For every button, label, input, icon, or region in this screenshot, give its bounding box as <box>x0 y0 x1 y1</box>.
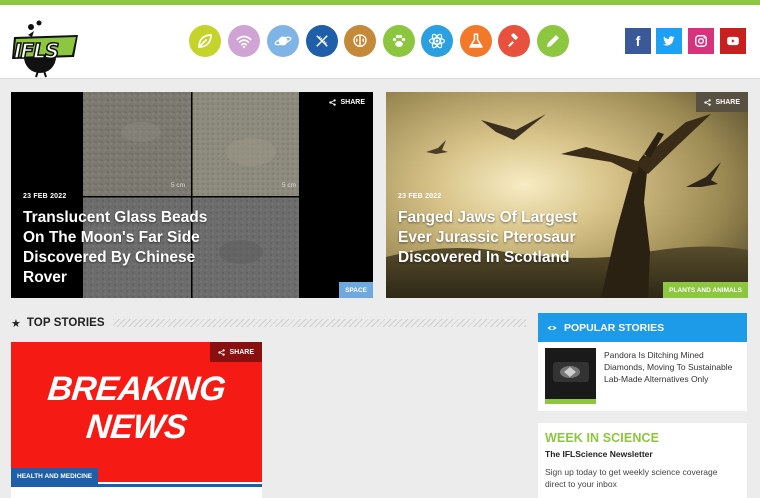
star-icon: ★ <box>11 317 21 330</box>
category-chemistry-button[interactable] <box>460 25 492 57</box>
article-date: 23 FEB 2022 <box>23 193 67 200</box>
pencil-icon <box>547 35 559 47</box>
instagram-icon <box>695 35 707 47</box>
category-tag[interactable]: PLANTS AND ANIMALS <box>663 282 748 298</box>
newsletter-heading: WEEK IN SCIENCE <box>545 431 660 445</box>
twitter-icon <box>663 36 675 46</box>
instagram-button[interactable] <box>688 28 714 54</box>
share-button[interactable]: SHARE <box>321 92 373 112</box>
category-physics-button[interactable] <box>421 25 453 57</box>
share-button[interactable]: SHARE <box>210 342 262 362</box>
newsletter-description: Sign up today to get weekly science cove… <box>545 467 718 489</box>
youtube-icon <box>727 36 739 46</box>
share-label: SHARE <box>715 98 740 106</box>
popular-story-title[interactable]: Pandora Is Ditching Mined Diamonds, Movi… <box>604 349 739 385</box>
brain-icon <box>353 34 367 47</box>
popular-stories-title: POPULAR STORIES <box>564 321 665 334</box>
popular-story-thumbnail[interactable] <box>545 348 596 404</box>
category-underline <box>11 484 262 487</box>
article-date: 23 FEB 2022 <box>398 193 442 200</box>
youtube-button[interactable] <box>720 28 746 54</box>
top-story-card[interactable]: BREAKING NEWS SHARE HEALTH AND MEDICINE <box>11 342 262 498</box>
facebook-button[interactable]: f <box>625 28 651 54</box>
breaking-text: BREAKING <box>45 370 228 408</box>
share-icon <box>704 98 712 106</box>
hero-article-pterosaur[interactable]: SHARE 23 FEB 2022 Fanged Jaws Of Largest… <box>386 92 748 298</box>
leaf-icon <box>198 34 212 48</box>
iflscience-logo[interactable]: IFLS <box>8 13 80 79</box>
share-label: SHARE <box>229 348 254 356</box>
category-environment-button[interactable] <box>189 25 221 57</box>
eye-icon <box>547 325 557 330</box>
news-text: NEWS <box>84 408 189 446</box>
category-policy-button[interactable] <box>498 25 530 57</box>
site-header: IFLS f <box>0 5 760 79</box>
diamond-image <box>545 348 596 404</box>
section-title: TOP STORIES <box>26 317 105 329</box>
heading-divider <box>112 319 526 327</box>
newsletter-subheading: The IFLScience Newsletter <box>545 449 653 459</box>
share-button[interactable]: SHARE <box>696 92 748 112</box>
category-space-button[interactable] <box>267 25 299 57</box>
category-tag[interactable]: SPACE <box>339 282 373 298</box>
share-label: SHARE <box>340 98 365 106</box>
scale-label: 5 cm <box>282 182 297 189</box>
paw-icon <box>392 34 406 47</box>
category-health-button[interactable] <box>306 25 338 57</box>
facebook-icon: f <box>635 33 641 49</box>
newsletter-widget: WEEK IN SCIENCE The IFLScience Newslette… <box>538 423 747 498</box>
wifi-icon <box>236 35 252 49</box>
top-stories-heading: ★ TOP STORIES <box>11 313 526 333</box>
category-animals-button[interactable] <box>383 25 415 57</box>
popular-stories-widget: POPULAR STORIES Pandora Is Ditching Mine… <box>538 313 747 411</box>
gavel-icon <box>508 33 518 47</box>
atom-icon <box>428 33 446 49</box>
category-editors-blog-button[interactable] <box>537 25 569 57</box>
article-title[interactable]: Fanged Jaws Of Largest Ever Jurassic Pte… <box>398 208 598 268</box>
flask-icon <box>469 33 483 48</box>
category-brain-button[interactable] <box>344 25 376 57</box>
category-technology-button[interactable] <box>228 25 260 57</box>
scale-label: 5 cm <box>171 182 186 189</box>
share-icon <box>329 98 337 106</box>
article-title[interactable]: Translucent Glass Beads On The Moon's Fa… <box>23 208 233 288</box>
twitter-button[interactable] <box>656 28 682 54</box>
category-tag[interactable]: HEALTH AND MEDICINE <box>11 468 99 484</box>
popular-stories-header: POPULAR STORIES <box>538 313 747 342</box>
share-icon <box>218 348 226 356</box>
dna-icon <box>316 35 328 47</box>
logo-text: IFLS <box>13 38 60 64</box>
hero-article-moon[interactable]: 5 cm 5 cm SHARE 23 FEB 2022 Translucent … <box>11 92 373 298</box>
planet-icon <box>274 36 292 46</box>
breaking-news-image: BREAKING NEWS <box>11 342 262 482</box>
